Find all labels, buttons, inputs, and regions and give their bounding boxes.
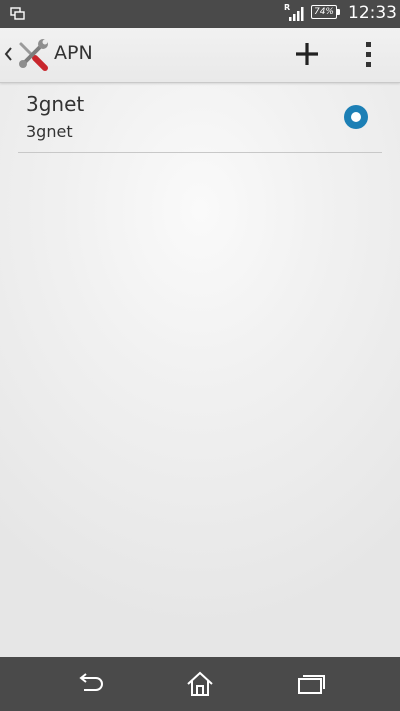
back-chevron-icon [4, 47, 12, 61]
overflow-menu-icon[interactable] [354, 37, 384, 71]
add-icon[interactable] [290, 37, 324, 71]
battery-icon: 74% [311, 5, 341, 21]
home-icon[interactable] [180, 667, 220, 701]
battery-percent: 74% [313, 7, 334, 17]
signal-icon [289, 7, 304, 21]
apn-radio-button[interactable] [343, 104, 369, 130]
up-navigation-button[interactable]: APN [0, 28, 100, 82]
page-title: APN [54, 42, 93, 64]
screen-mirror-icon [10, 7, 25, 20]
recent-apps-icon[interactable] [291, 667, 331, 701]
back-icon[interactable] [70, 667, 110, 701]
status-bar: R 74% 12:33 [0, 0, 400, 28]
screen: R 74% 12:33 APN 3gnet 3gnet [0, 0, 400, 711]
apn-list-item[interactable]: 3gnet 3gnet [18, 82, 382, 153]
apn-value: 3gnet [26, 122, 73, 141]
navigation-bar [0, 657, 400, 711]
settings-tools-icon [19, 39, 48, 71]
clock: 12:33 [348, 3, 397, 23]
action-bar: APN [0, 28, 400, 83]
apn-name: 3gnet [26, 92, 85, 116]
